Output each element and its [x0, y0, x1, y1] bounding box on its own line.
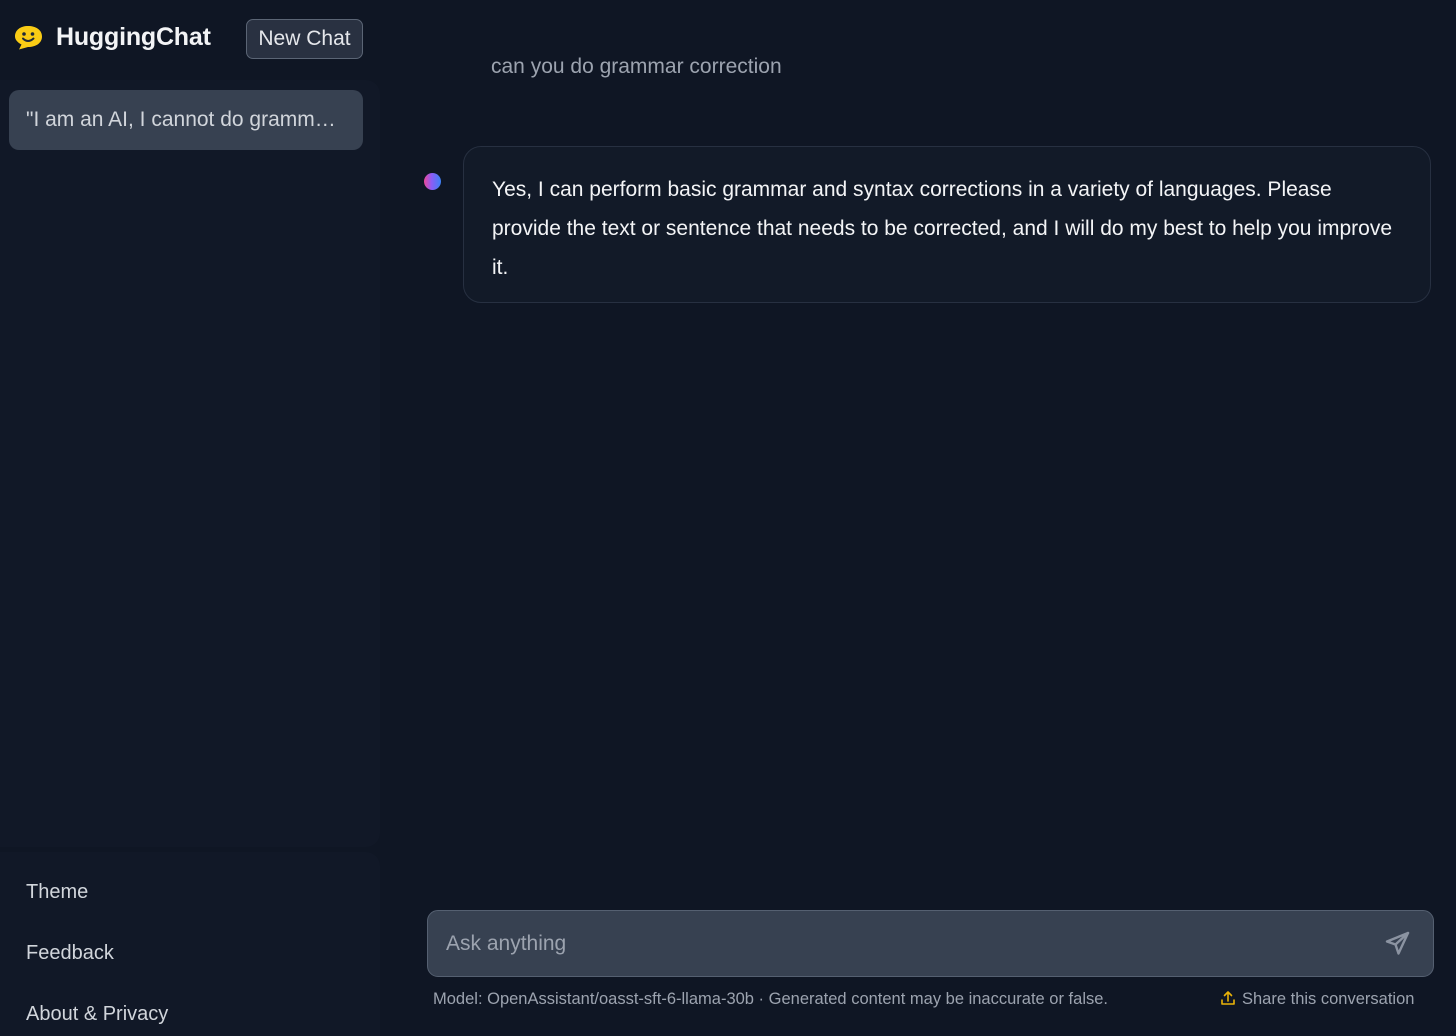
- hugging-face-logo-icon: [13, 25, 45, 51]
- user-message: can you do grammar correction: [491, 55, 782, 78]
- brand-name[interactable]: HuggingChat: [56, 23, 211, 52]
- conversation-list: "I am an AI, I cannot do grammar correct…: [0, 80, 380, 847]
- assistant-message: Yes, I can perform basic grammar and syn…: [463, 146, 1431, 303]
- share-icon: [1221, 991, 1235, 1005]
- model-disclaimer: Model: OpenAssistant/oasst-sft-6-llama-3…: [433, 990, 1108, 1008]
- theme-link[interactable]: Theme: [26, 881, 88, 904]
- send-icon[interactable]: [1383, 930, 1413, 958]
- sidebar: HuggingChat New Chat "I am an AI, I cann…: [0, 0, 380, 1036]
- conversation-item[interactable]: "I am an AI, I cannot do grammar correct…: [9, 90, 363, 150]
- chat-input[interactable]: [428, 911, 1368, 976]
- assistant-avatar-icon: [424, 173, 441, 190]
- chat-input-box: [427, 910, 1434, 977]
- new-chat-button[interactable]: New Chat: [246, 19, 363, 59]
- share-label: Share this conversation: [1242, 990, 1415, 1008]
- sidebar-footer: Theme Feedback About & Privacy: [0, 852, 380, 1036]
- share-conversation-link[interactable]: Share this conversation: [1220, 990, 1414, 1009]
- app-root: HuggingChat New Chat "I am an AI, I cann…: [0, 0, 1456, 1036]
- feedback-link[interactable]: Feedback: [26, 942, 114, 965]
- about-privacy-link[interactable]: About & Privacy: [26, 1003, 168, 1026]
- sidebar-header: HuggingChat New Chat: [0, 0, 380, 80]
